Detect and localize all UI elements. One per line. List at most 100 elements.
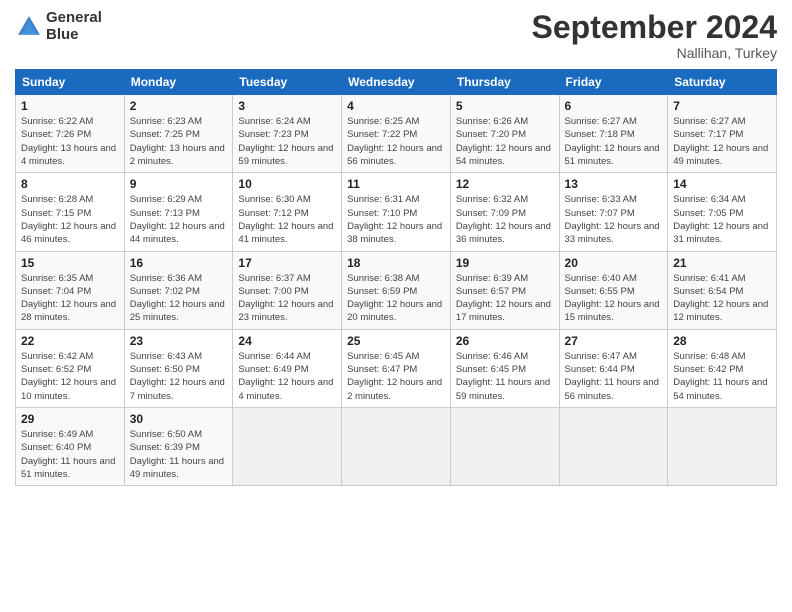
day-number: 16 — [130, 256, 228, 270]
table-cell: 4 Sunrise: 6:25 AMSunset: 7:22 PMDayligh… — [342, 95, 451, 173]
day-number: 19 — [456, 256, 554, 270]
table-cell: 26 Sunrise: 6:46 AMSunset: 6:45 PMDaylig… — [450, 329, 559, 407]
table-cell: 25 Sunrise: 6:45 AMSunset: 6:47 PMDaylig… — [342, 329, 451, 407]
table-cell: 14 Sunrise: 6:34 AMSunset: 7:05 PMDaylig… — [668, 173, 777, 251]
day-number: 18 — [347, 256, 445, 270]
day-number: 4 — [347, 99, 445, 113]
day-detail: Sunrise: 6:38 AMSunset: 6:59 PMDaylight:… — [347, 272, 445, 325]
day-number: 24 — [238, 334, 336, 348]
day-detail: Sunrise: 6:25 AMSunset: 7:22 PMDaylight:… — [347, 115, 445, 168]
day-detail: Sunrise: 6:27 AMSunset: 7:18 PMDaylight:… — [565, 115, 663, 168]
day-detail: Sunrise: 6:23 AMSunset: 7:25 PMDaylight:… — [130, 115, 228, 168]
col-saturday: Saturday — [668, 70, 777, 95]
table-cell: 18 Sunrise: 6:38 AMSunset: 6:59 PMDaylig… — [342, 251, 451, 329]
table-cell: 13 Sunrise: 6:33 AMSunset: 7:07 PMDaylig… — [559, 173, 668, 251]
logo-icon — [15, 13, 43, 41]
logo-line1: General — [46, 10, 102, 27]
table-cell: 5 Sunrise: 6:26 AMSunset: 7:20 PMDayligh… — [450, 95, 559, 173]
table-cell: 9 Sunrise: 6:29 AMSunset: 7:13 PMDayligh… — [124, 173, 233, 251]
calendar-row-4: 29 Sunrise: 6:49 AMSunset: 6:40 PMDaylig… — [16, 407, 777, 485]
day-number: 7 — [673, 99, 771, 113]
table-cell: 21 Sunrise: 6:41 AMSunset: 6:54 PMDaylig… — [668, 251, 777, 329]
table-cell: 3 Sunrise: 6:24 AMSunset: 7:23 PMDayligh… — [233, 95, 342, 173]
day-number: 20 — [565, 256, 663, 270]
day-number: 25 — [347, 334, 445, 348]
day-number: 21 — [673, 256, 771, 270]
table-cell: 2 Sunrise: 6:23 AMSunset: 7:25 PMDayligh… — [124, 95, 233, 173]
day-number: 13 — [565, 177, 663, 191]
col-thursday: Thursday — [450, 70, 559, 95]
table-cell: 1 Sunrise: 6:22 AMSunset: 7:26 PMDayligh… — [16, 95, 125, 173]
day-detail: Sunrise: 6:36 AMSunset: 7:02 PMDaylight:… — [130, 272, 228, 325]
table-cell: 23 Sunrise: 6:43 AMSunset: 6:50 PMDaylig… — [124, 329, 233, 407]
table-cell — [342, 407, 451, 485]
day-number: 10 — [238, 177, 336, 191]
table-cell: 10 Sunrise: 6:30 AMSunset: 7:12 PMDaylig… — [233, 173, 342, 251]
day-number: 5 — [456, 99, 554, 113]
table-cell — [233, 407, 342, 485]
day-detail: Sunrise: 6:30 AMSunset: 7:12 PMDaylight:… — [238, 193, 336, 246]
day-detail: Sunrise: 6:42 AMSunset: 6:52 PMDaylight:… — [21, 350, 119, 403]
table-cell: 7 Sunrise: 6:27 AMSunset: 7:17 PMDayligh… — [668, 95, 777, 173]
col-friday: Friday — [559, 70, 668, 95]
day-detail: Sunrise: 6:43 AMSunset: 6:50 PMDaylight:… — [130, 350, 228, 403]
day-number: 11 — [347, 177, 445, 191]
day-detail: Sunrise: 6:35 AMSunset: 7:04 PMDaylight:… — [21, 272, 119, 325]
day-detail: Sunrise: 6:37 AMSunset: 7:00 PMDaylight:… — [238, 272, 336, 325]
table-cell — [450, 407, 559, 485]
calendar-row-1: 8 Sunrise: 6:28 AMSunset: 7:15 PMDayligh… — [16, 173, 777, 251]
table-cell: 12 Sunrise: 6:32 AMSunset: 7:09 PMDaylig… — [450, 173, 559, 251]
day-number: 2 — [130, 99, 228, 113]
col-tuesday: Tuesday — [233, 70, 342, 95]
title-block: September 2024 Nallihan, Turkey — [532, 10, 777, 61]
table-cell: 15 Sunrise: 6:35 AMSunset: 7:04 PMDaylig… — [16, 251, 125, 329]
day-number: 26 — [456, 334, 554, 348]
col-wednesday: Wednesday — [342, 70, 451, 95]
day-detail: Sunrise: 6:40 AMSunset: 6:55 PMDaylight:… — [565, 272, 663, 325]
calendar-row-3: 22 Sunrise: 6:42 AMSunset: 6:52 PMDaylig… — [16, 329, 777, 407]
location: Nallihan, Turkey — [532, 45, 777, 61]
table-cell: 22 Sunrise: 6:42 AMSunset: 6:52 PMDaylig… — [16, 329, 125, 407]
day-detail: Sunrise: 6:50 AMSunset: 6:39 PMDaylight:… — [130, 428, 228, 481]
table-cell — [668, 407, 777, 485]
day-detail: Sunrise: 6:33 AMSunset: 7:07 PMDaylight:… — [565, 193, 663, 246]
day-number: 8 — [21, 177, 119, 191]
day-detail: Sunrise: 6:39 AMSunset: 6:57 PMDaylight:… — [456, 272, 554, 325]
month-title: September 2024 — [532, 10, 777, 45]
day-number: 1 — [21, 99, 119, 113]
table-cell: 8 Sunrise: 6:28 AMSunset: 7:15 PMDayligh… — [16, 173, 125, 251]
day-number: 22 — [21, 334, 119, 348]
calendar-row-2: 15 Sunrise: 6:35 AMSunset: 7:04 PMDaylig… — [16, 251, 777, 329]
table-cell: 24 Sunrise: 6:44 AMSunset: 6:49 PMDaylig… — [233, 329, 342, 407]
day-detail: Sunrise: 6:27 AMSunset: 7:17 PMDaylight:… — [673, 115, 771, 168]
day-number: 29 — [21, 412, 119, 426]
day-detail: Sunrise: 6:47 AMSunset: 6:44 PMDaylight:… — [565, 350, 663, 403]
page: General Blue September 2024 Nallihan, Tu… — [0, 0, 792, 612]
day-number: 12 — [456, 177, 554, 191]
day-number: 23 — [130, 334, 228, 348]
calendar-row-0: 1 Sunrise: 6:22 AMSunset: 7:26 PMDayligh… — [16, 95, 777, 173]
day-number: 14 — [673, 177, 771, 191]
logo-text: General Blue — [46, 10, 102, 43]
day-number: 6 — [565, 99, 663, 113]
logo-line2: Blue — [46, 27, 102, 44]
day-number: 15 — [21, 256, 119, 270]
day-detail: Sunrise: 6:49 AMSunset: 6:40 PMDaylight:… — [21, 428, 119, 481]
col-sunday: Sunday — [16, 70, 125, 95]
table-cell: 19 Sunrise: 6:39 AMSunset: 6:57 PMDaylig… — [450, 251, 559, 329]
header: General Blue September 2024 Nallihan, Tu… — [15, 10, 777, 61]
table-cell: 16 Sunrise: 6:36 AMSunset: 7:02 PMDaylig… — [124, 251, 233, 329]
table-cell: 29 Sunrise: 6:49 AMSunset: 6:40 PMDaylig… — [16, 407, 125, 485]
day-detail: Sunrise: 6:44 AMSunset: 6:49 PMDaylight:… — [238, 350, 336, 403]
logo: General Blue — [15, 10, 102, 43]
table-cell: 20 Sunrise: 6:40 AMSunset: 6:55 PMDaylig… — [559, 251, 668, 329]
calendar-table: Sunday Monday Tuesday Wednesday Thursday… — [15, 69, 777, 486]
calendar-header-row: Sunday Monday Tuesday Wednesday Thursday… — [16, 70, 777, 95]
day-number: 9 — [130, 177, 228, 191]
day-detail: Sunrise: 6:31 AMSunset: 7:10 PMDaylight:… — [347, 193, 445, 246]
day-detail: Sunrise: 6:26 AMSunset: 7:20 PMDaylight:… — [456, 115, 554, 168]
day-detail: Sunrise: 6:34 AMSunset: 7:05 PMDaylight:… — [673, 193, 771, 246]
day-detail: Sunrise: 6:28 AMSunset: 7:15 PMDaylight:… — [21, 193, 119, 246]
col-monday: Monday — [124, 70, 233, 95]
table-cell: 11 Sunrise: 6:31 AMSunset: 7:10 PMDaylig… — [342, 173, 451, 251]
